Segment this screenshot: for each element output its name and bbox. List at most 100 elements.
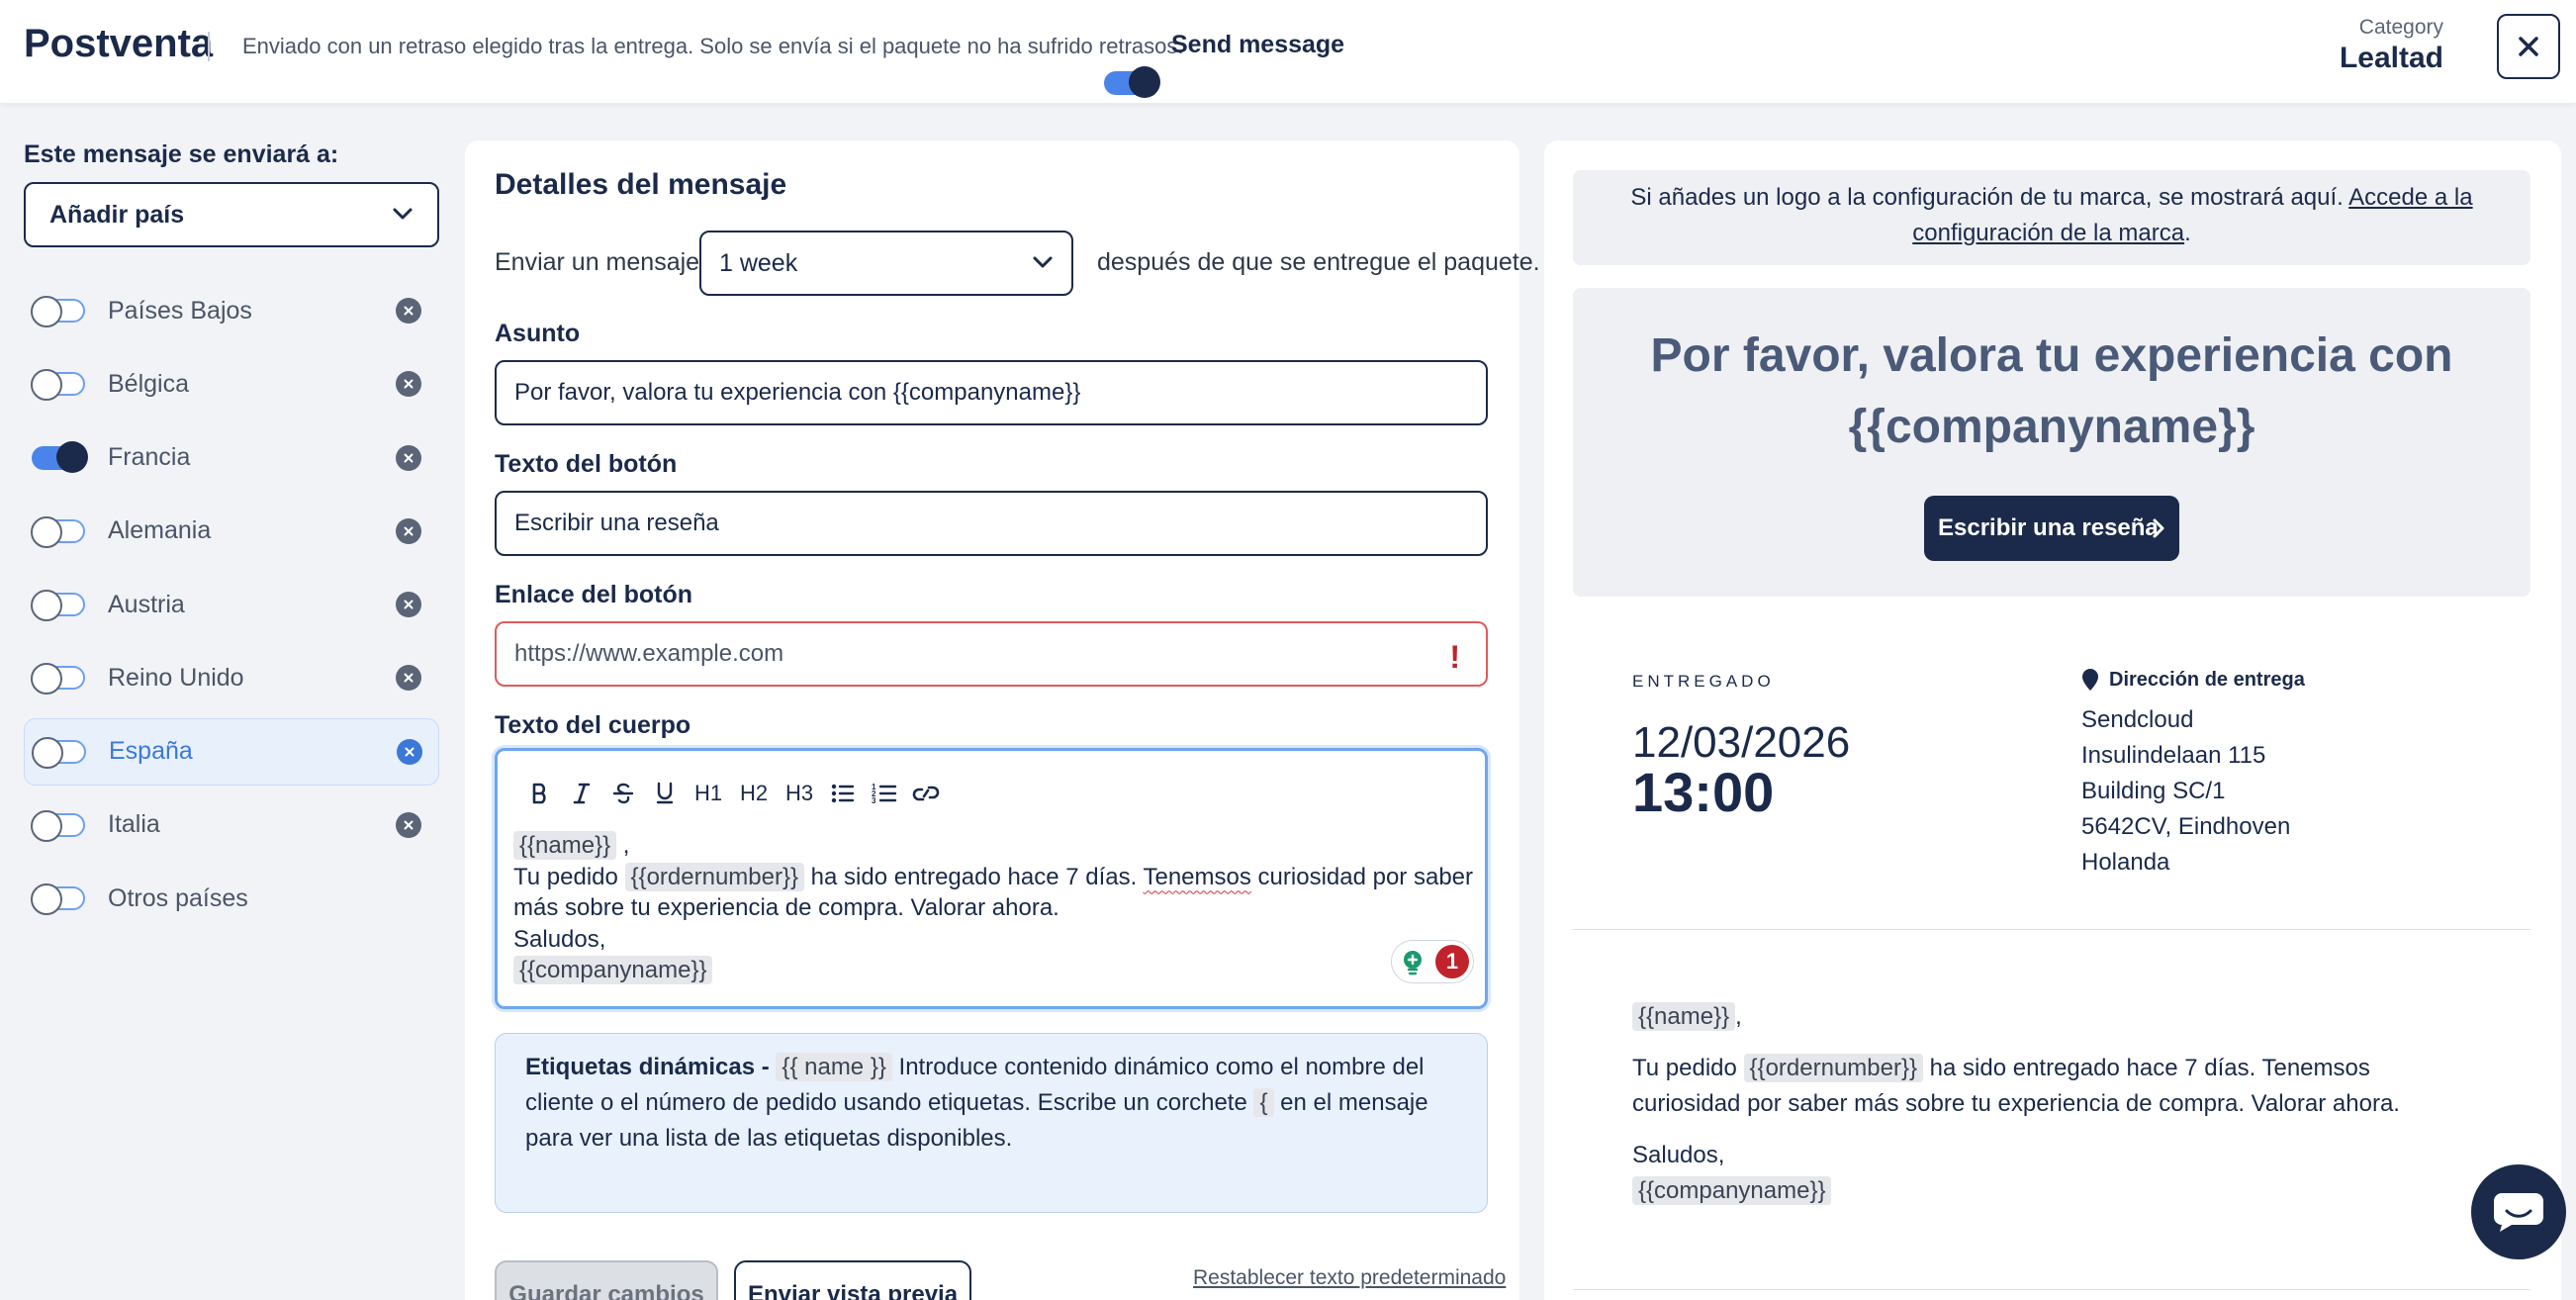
- remove-country-button[interactable]: [396, 665, 421, 692]
- delay-value: 1 week: [719, 248, 798, 277]
- country-label: Austria: [108, 590, 185, 618]
- italic-icon: [573, 783, 591, 804]
- remove-circle-icon: [404, 526, 414, 536]
- dynamic-tags-info: Etiquetas dinámicas - {{ name }} Introdu…: [495, 1033, 1488, 1213]
- save-changes-button[interactable]: Guardar cambios: [495, 1260, 718, 1300]
- italic-button[interactable]: [561, 773, 602, 814]
- preview-line-company: {{companyname}}: [1632, 1173, 2483, 1209]
- toggle-knob: [31, 809, 62, 842]
- numbered-list-button[interactable]: 123: [864, 773, 905, 814]
- toggle-knob: [31, 369, 62, 402]
- editor-line-1: {{name}} ,: [513, 830, 1473, 862]
- preview-line-1: {{name}},: [1632, 999, 2483, 1035]
- details-title: Detalles del mensaje: [495, 168, 787, 201]
- remove-country-button[interactable]: [396, 298, 421, 324]
- delivered-time: 13:00: [1632, 761, 1775, 823]
- preview-name-tag: {{name}}: [1632, 1002, 1736, 1031]
- remove-country-button[interactable]: [397, 738, 422, 765]
- reset-default-text-link[interactable]: Restablecer texto predeterminado: [1193, 1266, 1506, 1290]
- misspelled-word[interactable]: Tenemsos: [1143, 864, 1250, 890]
- chat-button[interactable]: [2471, 1164, 2566, 1259]
- button-text-input[interactable]: Escribir una reseña: [495, 491, 1488, 556]
- subject-input[interactable]: Por favor, valora tu experiencia con {{c…: [495, 360, 1488, 425]
- preview-companyname-tag: {{companyname}}: [1632, 1176, 1832, 1205]
- country-row[interactable]: Alemania: [24, 498, 439, 565]
- info-bracket: {: [1253, 1088, 1274, 1117]
- heading2-button[interactable]: H2: [731, 773, 777, 814]
- country-toggle[interactable]: [32, 440, 88, 473]
- bold-button[interactable]: [519, 773, 561, 814]
- button-link-input[interactable]: https://www.example.com !: [495, 621, 1488, 687]
- button-link-label: Enlace del botón: [495, 581, 693, 608]
- remove-country-button[interactable]: [396, 811, 421, 838]
- address-line: Building SC/1: [2081, 778, 2226, 804]
- country-toggle[interactable]: [31, 663, 85, 696]
- country-row[interactable]: Reino Unido: [24, 644, 439, 711]
- send-preview-button[interactable]: Enviar vista previa: [734, 1260, 971, 1300]
- body-text-editor[interactable]: H1 H2 H3 123 {{name}} , Tu pedido {{orde…: [495, 748, 1488, 1009]
- heading1-button[interactable]: H1: [686, 773, 731, 814]
- preview-review-button[interactable]: Escribir una reseña: [1924, 496, 2179, 561]
- toggle-knob: [56, 440, 88, 473]
- bullet-list-button[interactable]: [822, 773, 864, 814]
- remove-circle-icon: [404, 453, 414, 462]
- editor-content[interactable]: {{name}} , Tu pedido {{ordernumber}} ha …: [513, 830, 1473, 986]
- address-line: Holanda: [2081, 849, 2170, 876]
- country-row[interactable]: Italia: [24, 791, 439, 859]
- country-row[interactable]: Bélgica: [24, 350, 439, 418]
- remove-country-button[interactable]: [396, 371, 421, 398]
- preview-line-2: Tu pedido {{ordernumber}} ha sido entreg…: [1632, 1051, 2483, 1122]
- remove-country-button[interactable]: [396, 444, 421, 471]
- country-label: Otros países: [108, 883, 248, 912]
- country-row[interactable]: Países Bajos: [24, 277, 439, 344]
- remove-circle-icon: [404, 820, 414, 830]
- add-country-select[interactable]: Añadir país: [24, 182, 439, 247]
- remove-country-button[interactable]: [396, 592, 421, 617]
- remove-country-button[interactable]: [396, 517, 421, 544]
- button-text-value: Escribir una reseña: [514, 510, 719, 536]
- country-toggle[interactable]: [31, 883, 85, 915]
- country-row[interactable]: Francia: [24, 424, 439, 492]
- address-line: Insulindelaan 115: [2081, 742, 2266, 769]
- underline-button[interactable]: [644, 773, 686, 814]
- country-toggle[interactable]: [31, 369, 85, 402]
- country-label: Reino Unido: [108, 663, 244, 692]
- preview-divider-bottom: [1573, 1289, 2530, 1290]
- send-message-label: Send message: [1171, 31, 1345, 58]
- toggle-knob: [31, 515, 62, 548]
- chevron-down-icon: [393, 208, 413, 220]
- toggle-knob: [31, 663, 62, 696]
- category-value: Lealtad: [2339, 42, 2443, 74]
- page-title: Postventa: [24, 22, 214, 65]
- body-text-a: Tu pedido: [513, 863, 618, 890]
- toggle-knob: [31, 590, 62, 621]
- preview-divider: [1573, 929, 2530, 930]
- country-toggle[interactable]: [31, 515, 85, 548]
- strikethrough-button[interactable]: [602, 773, 644, 814]
- send-message-suffix: después de que se entregue el paquete.: [1097, 248, 1540, 276]
- chat-icon: [2494, 1193, 2543, 1232]
- country-row[interactable]: Otros países: [24, 865, 439, 932]
- editor-line-2: Tu pedido {{ordernumber}} ha sido entreg…: [513, 862, 1473, 924]
- close-button[interactable]: [2497, 14, 2560, 79]
- toggle-knob: [31, 296, 62, 327]
- name-tag: {{name}}: [513, 831, 617, 860]
- delay-select[interactable]: 1 week: [699, 231, 1073, 296]
- grammar-issue-count: 1: [1435, 945, 1469, 978]
- send-message-toggle[interactable]: [1104, 66, 1160, 98]
- country-toggle[interactable]: [31, 809, 85, 842]
- country-row[interactable]: Austria: [24, 571, 439, 638]
- grammar-assistant-button[interactable]: 1: [1391, 940, 1474, 983]
- heading3-button[interactable]: H3: [777, 773, 822, 814]
- country-toggle[interactable]: [31, 296, 85, 327]
- preview-hero-title: Por favor, valora tu experiencia con {{c…: [1650, 329, 2453, 453]
- country-toggle[interactable]: [32, 736, 86, 769]
- country-toggle[interactable]: [31, 590, 85, 621]
- remove-circle-icon: [405, 747, 414, 756]
- link-button[interactable]: [905, 773, 947, 814]
- error-icon: !: [1449, 639, 1460, 675]
- button-link-placeholder: https://www.example.com: [514, 640, 784, 667]
- delivered-label: ENTREGADO: [1632, 672, 1775, 691]
- country-row[interactable]: España: [24, 717, 439, 786]
